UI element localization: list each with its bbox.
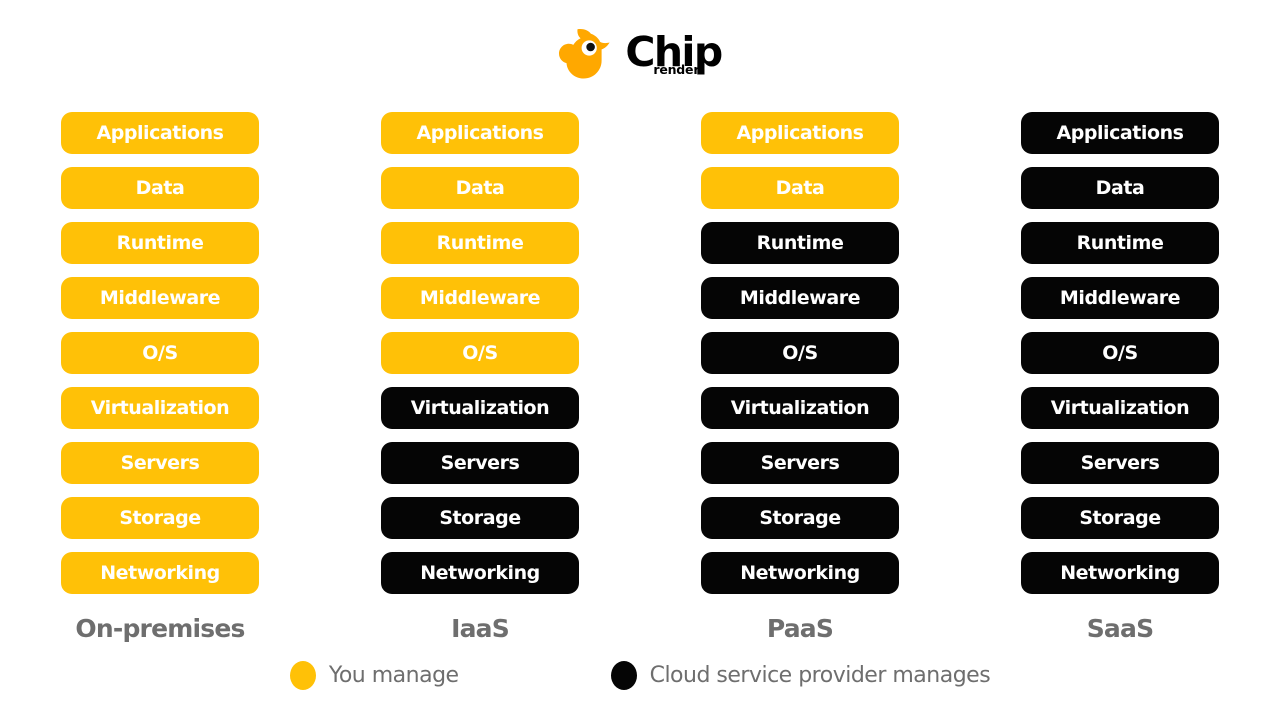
layer-middleware[interactable]: Middleware [701,277,899,319]
layer-applications[interactable]: Applications [61,112,259,154]
layer-stack: Applications Data Runtime Middleware O/S… [61,112,259,594]
layer-servers[interactable]: Servers [701,442,899,484]
column-iaas: Applications Data Runtime Middleware O/S… [320,112,640,643]
layer-os[interactable]: O/S [701,332,899,374]
layer-os[interactable]: O/S [381,332,579,374]
legend-label-you-manage: You manage [328,663,459,688]
layer-data[interactable]: Data [61,167,259,209]
layer-applications[interactable]: Applications [701,112,899,154]
layer-virtualization[interactable]: Virtualization [1021,387,1219,429]
layer-runtime[interactable]: Runtime [701,222,899,264]
column-label-on-premises: On-premises [75,614,245,643]
layer-networking[interactable]: Networking [61,552,259,594]
layer-networking[interactable]: Networking [381,552,579,594]
layer-virtualization[interactable]: Virtualization [701,387,899,429]
layer-storage[interactable]: Storage [381,497,579,539]
layer-runtime[interactable]: Runtime [381,222,579,264]
slide-canvas: Chip render Applications Data Runtime Mi… [0,0,1280,720]
layer-servers[interactable]: Servers [61,442,259,484]
chick-bird-icon [559,29,610,79]
legend-item-cloud-manages: Cloud service provider manages [610,661,991,690]
column-saas: Applications Data Runtime Middleware O/S… [960,112,1280,643]
layer-middleware[interactable]: Middleware [381,277,579,319]
layer-os[interactable]: O/S [61,332,259,374]
logo-subword: render [653,62,700,78]
layer-applications[interactable]: Applications [1021,112,1219,154]
layer-storage[interactable]: Storage [701,497,899,539]
legend-item-you-manage: You manage [289,661,459,690]
layer-data[interactable]: Data [381,167,579,209]
layer-stack: Applications Data Runtime Middleware O/S… [1021,112,1219,594]
column-label-paas: PaaS [766,614,834,643]
legend: You manage Cloud service provider manage… [0,661,1280,690]
column-label-iaas: IaaS [451,614,510,643]
layer-runtime[interactable]: Runtime [1021,222,1219,264]
layer-storage[interactable]: Storage [1021,497,1219,539]
layer-runtime[interactable]: Runtime [61,222,259,264]
layer-data[interactable]: Data [701,167,899,209]
layer-virtualization[interactable]: Virtualization [61,387,259,429]
layer-servers[interactable]: Servers [381,442,579,484]
brand-logo: Chip render [0,22,1280,84]
layer-data[interactable]: Data [1021,167,1219,209]
layer-networking[interactable]: Networking [701,552,899,594]
layer-servers[interactable]: Servers [1021,442,1219,484]
layer-storage[interactable]: Storage [61,497,259,539]
legend-swatch-black-icon [610,661,637,690]
layer-stack: Applications Data Runtime Middleware O/S… [701,112,899,594]
responsibility-matrix: Applications Data Runtime Middleware O/S… [0,112,1280,643]
column-paas: Applications Data Runtime Middleware O/S… [640,112,960,643]
layer-stack: Applications Data Runtime Middleware O/S… [381,112,579,594]
layer-applications[interactable]: Applications [381,112,579,154]
layer-middleware[interactable]: Middleware [61,277,259,319]
layer-middleware[interactable]: Middleware [1021,277,1219,319]
layer-networking[interactable]: Networking [1021,552,1219,594]
column-on-premises: Applications Data Runtime Middleware O/S… [0,112,320,643]
legend-swatch-yellow-icon [289,661,316,690]
column-label-saas: SaaS [1086,614,1154,643]
legend-label-cloud-manages: Cloud service provider manages [649,663,991,688]
logo-wordmark: Chip render [625,32,723,76]
layer-virtualization[interactable]: Virtualization [381,387,579,429]
layer-os[interactable]: O/S [1021,332,1219,374]
